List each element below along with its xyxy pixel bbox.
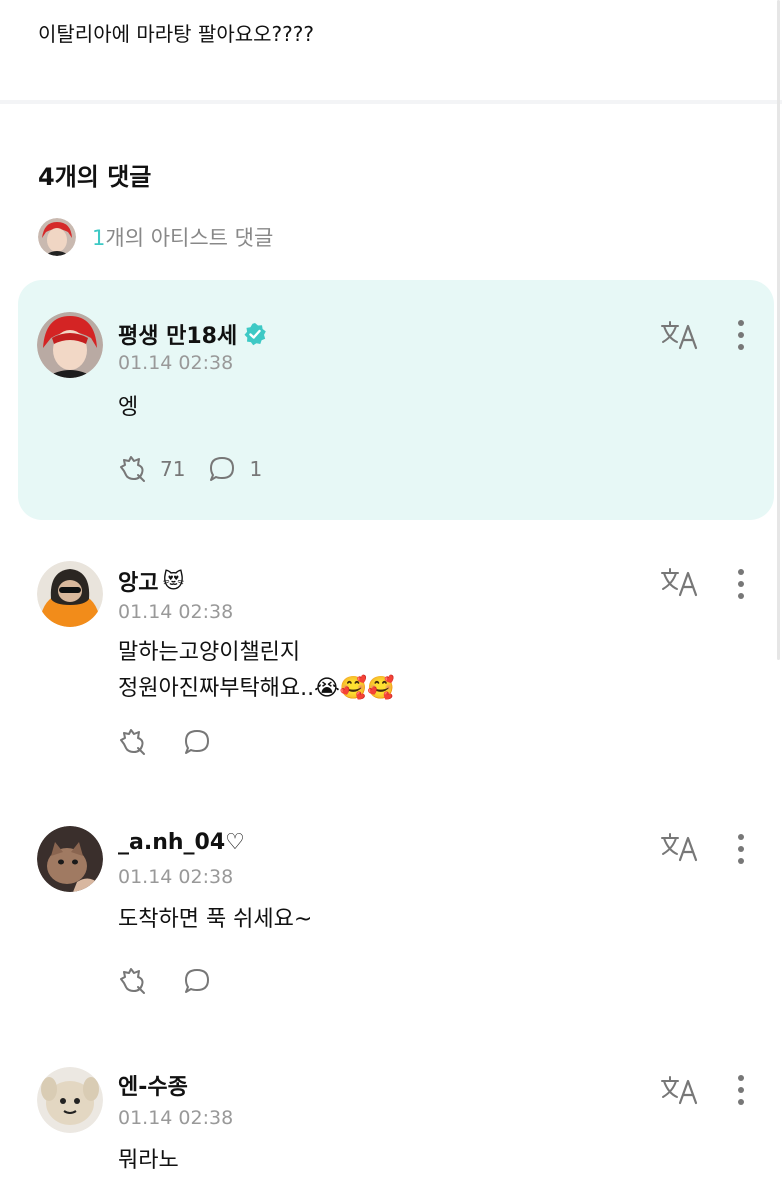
comments-count-title: 4개의 댓글 <box>38 163 152 191</box>
translate-icon[interactable] <box>660 1075 698 1105</box>
more-options-icon[interactable] <box>736 1073 746 1107</box>
reply-button[interactable] <box>182 966 212 996</box>
avatar[interactable] <box>37 312 103 378</box>
avatar[interactable] <box>37 1067 103 1133</box>
artist-summary-text: 1개의 아티스트 댓글 <box>92 222 273 252</box>
username-row: 엔-수종 <box>118 1069 188 1101</box>
more-options-icon[interactable] <box>736 318 746 352</box>
comment-timestamp: 01.14 02:38 <box>118 866 234 888</box>
artist-comment-summary[interactable]: 1개의 아티스트 댓글 <box>38 218 273 256</box>
translate-icon[interactable] <box>660 567 698 597</box>
comment-actions: 71 1 <box>118 454 284 484</box>
comment-text: 도착하면 푹 쉬세요~ <box>118 902 312 938</box>
cheer-hand-icon <box>120 456 145 482</box>
comment-timestamp: 01.14 02:38 <box>118 352 234 374</box>
cheer-button[interactable] <box>118 727 148 757</box>
username-row: 평생 만18세 <box>118 318 267 350</box>
username[interactable]: 평생 만18세 <box>118 318 237 350</box>
username[interactable]: 앙고 <box>118 565 158 597</box>
speech-bubble-icon <box>185 730 209 754</box>
comment-timestamp: 01.14 02:38 <box>118 601 234 623</box>
comment-line: 말하는고양이챌린지 <box>118 640 301 665</box>
comment-line: 엥 <box>118 395 139 420</box>
translate-icon[interactable] <box>660 832 698 862</box>
username-row: 앙고 😻 <box>118 565 184 597</box>
comment-text: 엥 <box>118 390 138 426</box>
comment-line: 뭐라노 <box>118 1148 179 1173</box>
scrollbar[interactable] <box>777 0 780 660</box>
speech-bubble-icon <box>185 969 209 993</box>
more-options-icon[interactable] <box>736 567 746 601</box>
username-row: _a.nh_04♡ <box>118 830 245 855</box>
speech-bubble-icon <box>210 457 235 481</box>
username[interactable]: 엔-수종 <box>118 1069 188 1101</box>
section-divider <box>0 100 782 104</box>
username[interactable]: _a.nh_04♡ <box>118 830 245 855</box>
translate-icon[interactable] <box>660 320 698 350</box>
cheer-count: 71 <box>160 457 186 481</box>
artist-summary-label: 개의 아티스트 댓글 <box>105 226 274 250</box>
comment-line: 정원아진짜부탁해요..😭🥰🥰 <box>118 676 395 701</box>
comment-line: 도착하면 푹 쉬세요~ <box>118 907 313 932</box>
reply-button[interactable]: 1 <box>207 454 262 484</box>
verified-badge-icon <box>244 323 267 346</box>
more-options-icon[interactable] <box>736 832 746 866</box>
avatar[interactable] <box>37 561 103 627</box>
comment-actions <box>118 966 234 996</box>
avatar[interactable] <box>37 826 103 892</box>
cheer-hand-icon <box>120 968 145 994</box>
post-text: 이탈리아에 마라탕 팔아요오???? <box>38 22 314 46</box>
username-emoji: 😻 <box>162 569 185 593</box>
comment-text: 뭐라노 <box>118 1143 179 1179</box>
comment-timestamp: 01.14 02:38 <box>118 1107 234 1129</box>
cheer-button[interactable] <box>118 966 148 996</box>
artist-mini-avatar <box>38 218 76 256</box>
reply-count: 1 <box>249 457 263 481</box>
comment-actions <box>118 727 234 757</box>
artist-comment-count: 1 <box>92 226 106 250</box>
cheer-hand-icon <box>120 729 145 755</box>
comment-text: 말하는고양이챌린지 정원아진짜부탁해요..😭🥰🥰 <box>118 635 395 707</box>
cheer-button[interactable]: 71 <box>118 454 185 484</box>
reply-button[interactable] <box>182 727 212 757</box>
